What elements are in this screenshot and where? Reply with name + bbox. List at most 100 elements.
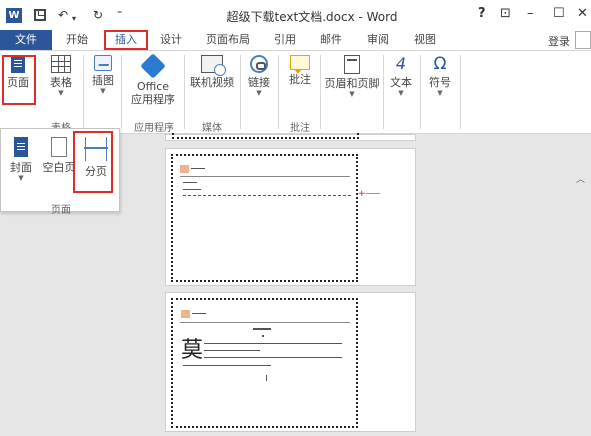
group-divider <box>278 55 279 129</box>
close-button[interactable]: ✕ <box>577 6 588 21</box>
link-icon <box>250 55 268 73</box>
office-apps-button[interactable]: Office 应用程序 <box>124 53 182 106</box>
tab-view[interactable]: 视图 <box>412 32 438 50</box>
ribbon-insert: 页面 表格 ▼ 表格 插图 ▼ Office 应用程序 应用程序 联机视频 媒体… <box>0 50 591 185</box>
ribbon-tabs: 文件 开始 插入 设计 页面布局 引用 邮件 审阅 视图 登录 <box>0 30 591 50</box>
ribbon-display-options-button[interactable]: ⊡ <box>500 6 511 21</box>
cover-page-button[interactable]: 封面 ▼ <box>7 137 35 182</box>
tab-file[interactable]: 文件 <box>0 30 52 50</box>
customize-quick-access-icon[interactable]: ⁼ <box>117 8 122 22</box>
tab-page-layout[interactable]: 页面布局 <box>205 32 251 50</box>
group-label-apps: 应用程序 <box>134 123 174 134</box>
online-video-button[interactable]: 联机视频 <box>188 55 236 89</box>
links-button[interactable]: 链接 ▼ <box>244 55 274 97</box>
text-line <box>204 343 342 344</box>
cover-page-icon <box>14 137 28 157</box>
page-break-marker <box>183 195 351 196</box>
chevron-down-icon: ▼ <box>398 89 404 97</box>
collapse-ribbon-icon[interactable]: ︿ <box>576 172 585 185</box>
document-heading <box>253 328 271 330</box>
tab-design[interactable]: 设计 <box>158 32 184 50</box>
undo-icon[interactable]: ↶ <box>58 8 68 22</box>
text-line <box>204 357 342 358</box>
comment-label: 批注 <box>289 73 311 86</box>
text-line <box>183 365 271 366</box>
sign-in-link[interactable]: 登录 <box>548 33 570 49</box>
video-icon <box>201 55 226 76</box>
minimize-button[interactable]: – <box>527 6 534 21</box>
picture-icon <box>94 55 112 71</box>
title-bar: W ↶ ▾ ↻ ⁼ 超级下载text文档.docx - Word ? ⊡ – ☐… <box>0 0 591 30</box>
chevron-down-icon: ▼ <box>58 89 64 97</box>
header-text-line <box>192 313 206 314</box>
header-logo <box>180 165 189 173</box>
word-app-icon[interactable]: W <box>6 8 22 23</box>
help-button[interactable]: ? <box>478 6 486 21</box>
omega-icon: Ω <box>433 54 447 74</box>
undo-dropdown-icon[interactable]: ▾ <box>72 12 76 26</box>
links-label: 链接 <box>248 76 270 89</box>
text-box-icon: 4 <box>395 54 407 73</box>
text-button[interactable]: 4 文本 ▼ <box>386 54 416 98</box>
blank-page-button[interactable]: 空白页 <box>41 137 77 174</box>
text-line <box>204 350 260 351</box>
save-icon[interactable] <box>34 9 46 21</box>
header-footer-label: 页眉和页脚 <box>324 77 380 90</box>
page-border <box>172 133 359 139</box>
office-store-icon <box>140 53 166 79</box>
group-divider <box>460 55 461 129</box>
drop-cap: 莫 <box>181 338 204 363</box>
blank-page-label: 空白页 <box>42 161 76 174</box>
header-logo <box>181 310 190 318</box>
page-border <box>171 154 358 282</box>
document-page <box>165 133 416 141</box>
table-icon <box>51 55 71 73</box>
office-label-line2: 应用程序 <box>131 93 175 106</box>
group-divider <box>383 55 384 129</box>
illustrations-label: 插图 <box>92 74 114 87</box>
group-divider <box>320 55 321 129</box>
table-label: 表格 <box>50 76 72 89</box>
comment-button[interactable]: 批注 <box>284 55 316 86</box>
header-footer-button[interactable]: 页眉和页脚 ▼ <box>324 55 380 98</box>
group-divider <box>184 55 185 129</box>
tab-references[interactable]: 引用 <box>273 32 297 50</box>
group-divider <box>83 55 84 129</box>
window-title: 超级下载text文档.docx - Word <box>226 10 398 24</box>
text-label: 文本 <box>390 76 412 89</box>
group-divider <box>121 55 122 129</box>
header-rule <box>180 322 350 323</box>
document-page: 莫 <box>165 292 416 432</box>
maximize-button[interactable]: ☐ <box>553 6 565 21</box>
document-page: +⸺ <box>165 148 416 286</box>
office-label-line1: Office <box>136 80 170 93</box>
text-line <box>262 335 264 337</box>
redo-icon[interactable]: ↻ <box>93 8 103 22</box>
group-divider <box>420 55 421 129</box>
symbols-button[interactable]: Ω 符号 ▼ <box>425 55 455 97</box>
header-rule <box>180 176 350 177</box>
tab-mailings[interactable]: 邮件 <box>318 32 344 50</box>
group-label-media: 媒体 <box>202 123 222 134</box>
chevron-down-icon: ▼ <box>256 89 262 97</box>
tab-home[interactable]: 开始 <box>64 32 90 50</box>
symbols-label: 符号 <box>429 76 451 89</box>
tab-review[interactable]: 审阅 <box>365 32 391 50</box>
table-button[interactable]: 表格 ▼ <box>44 55 78 97</box>
group-label-comments: 批注 <box>290 123 310 134</box>
page-border <box>171 298 358 428</box>
highlight-page-break <box>73 131 113 193</box>
online-video-label: 联机视频 <box>190 76 234 89</box>
text-line <box>183 189 201 190</box>
text-cursor-mark: +⸺ <box>358 189 381 199</box>
account-avatar[interactable] <box>575 31 591 49</box>
blank-page-icon <box>51 137 67 157</box>
illustrations-button[interactable]: 插图 ▼ <box>88 55 118 95</box>
chevron-down-icon: ▼ <box>349 90 355 98</box>
group-label-pages: 页面 <box>51 205 71 216</box>
chevron-down-icon: ▼ <box>18 174 24 182</box>
tab-insert[interactable]: 插入 <box>104 30 148 50</box>
text-line <box>183 182 197 183</box>
chevron-down-icon: ▼ <box>100 87 106 95</box>
text-cursor <box>266 375 267 381</box>
